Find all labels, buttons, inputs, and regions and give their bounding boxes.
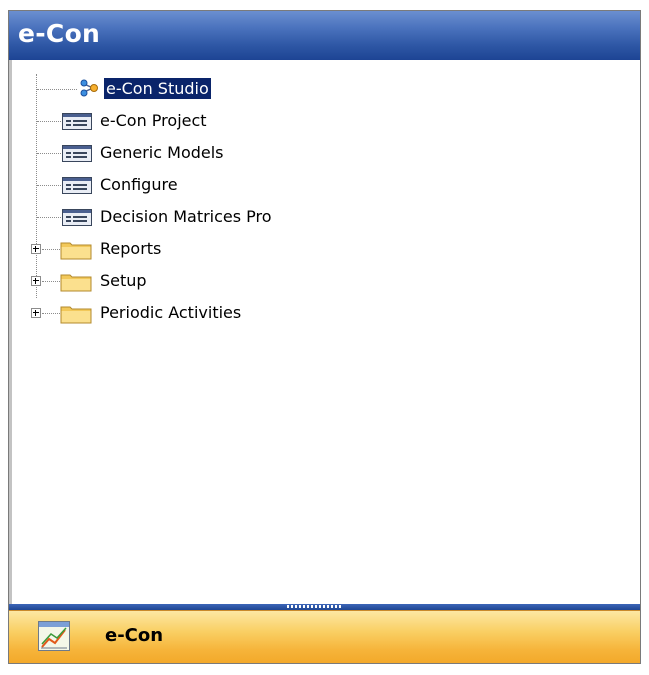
form-list-icon	[62, 177, 92, 194]
tree-item-label: Generic Models	[100, 143, 224, 162]
tree-connector	[42, 281, 60, 282]
tree-connector	[37, 153, 61, 154]
tree-item-label: Periodic Activities	[100, 303, 242, 322]
splitter-grip-icon[interactable]	[287, 605, 343, 608]
tree-item-decision-matrices-pro[interactable]: Decision Matrices Pro	[12, 201, 640, 233]
pane-header: e-Con	[9, 11, 640, 60]
tree-connector	[37, 185, 61, 186]
tree-item-label: Configure	[100, 175, 178, 194]
tree-connector	[42, 313, 60, 314]
tree-connector	[42, 249, 60, 250]
tree-item-label: Reports	[100, 239, 162, 258]
chart-module-icon	[38, 621, 70, 651]
expand-plus-icon[interactable]	[31, 276, 41, 286]
network-node-icon	[80, 79, 98, 97]
tree-item-label: e-Con Studio	[103, 77, 212, 100]
expand-plus-icon[interactable]	[31, 308, 41, 318]
tree-connector	[37, 121, 61, 122]
form-list-icon	[62, 145, 92, 162]
folder-icon	[60, 306, 92, 324]
tree-item-econ-studio[interactable]: e-Con Studio	[12, 73, 640, 105]
expand-plus-icon[interactable]	[31, 244, 41, 254]
navigation-pane: e-Con e-Con Studio e-Con Project Generic…	[8, 10, 641, 664]
folder-icon	[60, 242, 92, 260]
tree-item-configure[interactable]: Configure	[12, 169, 640, 201]
tree-item-label: e-Con Project	[100, 111, 207, 130]
tree-item-econ-project[interactable]: e-Con Project	[12, 105, 640, 137]
tree-item-label: Setup	[100, 271, 147, 290]
folder-icon	[60, 274, 92, 292]
tree-item-reports[interactable]: Reports	[12, 233, 640, 265]
pane-title: e-Con	[18, 19, 101, 48]
navigation-tree[interactable]: e-Con Studio e-Con Project Generic Model…	[9, 60, 640, 604]
tree-connector	[37, 217, 61, 218]
tree-item-generic-models[interactable]: Generic Models	[12, 137, 640, 169]
econ-module-button[interactable]: e-Con	[9, 610, 640, 663]
tree-item-periodic-activities[interactable]: Periodic Activities	[12, 297, 640, 329]
module-button-label: e-Con	[105, 625, 164, 646]
form-list-icon	[62, 209, 92, 226]
tree-connector	[37, 89, 77, 90]
tree-item-setup[interactable]: Setup	[12, 265, 640, 297]
form-list-icon	[62, 113, 92, 130]
tree-item-label: Decision Matrices Pro	[100, 207, 272, 226]
